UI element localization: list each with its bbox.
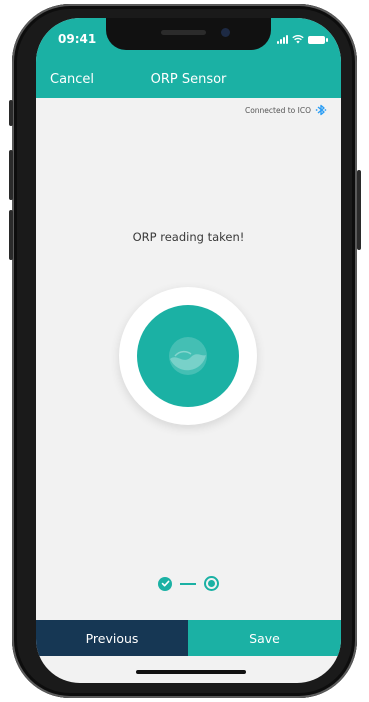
sensor-ring [119,287,257,425]
status-icons [277,34,328,44]
page-title: ORP Sensor [150,72,227,87]
previous-button[interactable]: Previous [36,620,188,656]
battery-icon [308,36,328,44]
signal-icon [277,35,288,44]
step-complete [158,576,172,591]
power-button [357,170,361,250]
step-connector [180,582,196,585]
connection-text: Connected to ICO [244,105,311,115]
volume-down-button [9,210,13,260]
step-indicator [36,576,341,591]
volume-up-button [9,150,13,200]
save-button[interactable]: Save [188,620,341,656]
sensor-circle [137,305,239,407]
step-current [204,576,219,591]
wifi-icon [292,34,304,44]
notch [106,18,271,50]
status-time: 09:41 [58,32,97,46]
app-screen: 09:41 Cancel ORP Sensor Connected to ICO… [36,18,341,683]
front-camera [221,28,230,37]
speaker [161,30,206,35]
bluetooth-icon [315,104,327,116]
mute-switch [9,100,13,126]
home-indicator [136,670,246,674]
reading-message: ORP reading taken! [132,230,245,244]
water-drop-icon [169,337,207,375]
check-icon [161,580,169,587]
connection-status: Connected to ICO [245,103,327,117]
